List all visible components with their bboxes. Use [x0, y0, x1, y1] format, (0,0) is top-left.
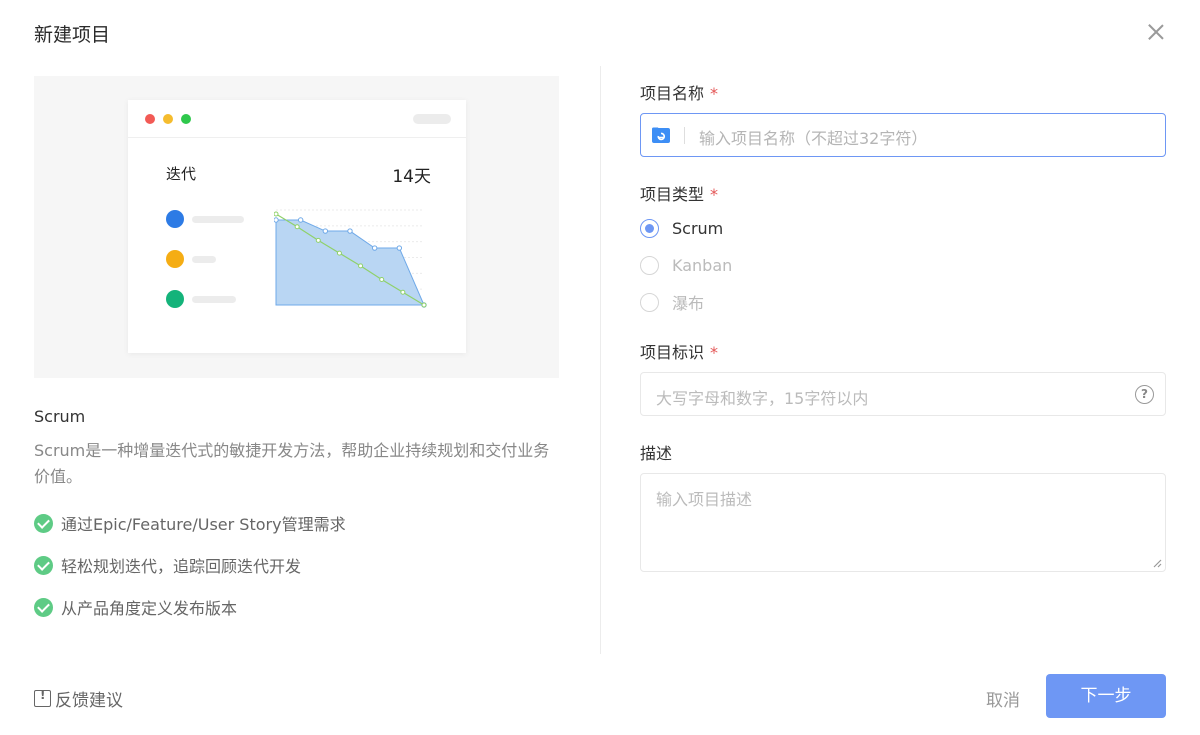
project-name-placeholder: 输入项目名称（不超过32字符）	[699, 129, 928, 148]
ideal-point	[274, 211, 279, 217]
project-key-placeholder: 大写字母和数字，15字符以内	[656, 389, 869, 408]
window-dot-green	[181, 114, 191, 124]
description-textarea[interactable]: 输入项目描述	[640, 473, 1166, 572]
preview-card: 迭代 14天	[128, 100, 466, 353]
actual-point	[297, 217, 304, 223]
folder-icon[interactable]	[651, 125, 671, 145]
ideal-point	[315, 237, 321, 243]
feedback-icon	[34, 688, 51, 707]
project-type-label: 项目类型 *	[640, 181, 718, 205]
project-name-input[interactable]: 输入项目名称（不超过32字符）	[640, 113, 1166, 157]
input-separator	[684, 127, 685, 144]
project-name-label: 项目名称 *	[640, 80, 718, 104]
project-key-label: 项目标识 *	[640, 339, 718, 363]
feature-item: 通过Epic/Feature/User Story管理需求	[34, 511, 346, 535]
actual-point	[371, 245, 378, 251]
ideal-point	[294, 224, 300, 230]
feature-text: 通过Epic/Feature/User Story管理需求	[61, 515, 346, 534]
actual-point	[347, 228, 353, 234]
dialog-title: 新建项目	[34, 24, 111, 46]
project-type-label-text: 项目类型	[640, 185, 705, 204]
resize-handle-icon[interactable]	[1152, 558, 1162, 568]
radio-button[interactable]	[640, 218, 659, 238]
feature-item: 轻松规划迭代，追踪回顾迭代开发	[34, 553, 301, 577]
feedback-text: 反馈建议	[55, 690, 123, 711]
feature-item: 从产品角度定义发布版本	[34, 595, 237, 619]
description-placeholder: 输入项目描述	[656, 490, 753, 509]
ideal-point	[336, 250, 342, 256]
card-label: 迭代	[166, 165, 197, 183]
check-icon	[34, 555, 53, 575]
description-label: 描述	[640, 444, 673, 463]
window-dot-red	[145, 114, 155, 124]
feedback-link[interactable]: 反馈建议	[34, 686, 123, 711]
check-icon	[34, 513, 53, 533]
legend-dot-blue	[166, 210, 184, 228]
actual-point	[274, 217, 279, 223]
ideal-point	[421, 302, 427, 308]
actual-point	[322, 228, 329, 234]
help-icon[interactable]: ?	[1135, 385, 1154, 404]
cancel-button[interactable]: 取消	[986, 686, 1020, 711]
radio-label: Kanban	[672, 255, 733, 275]
legend-dot-orange	[166, 250, 184, 268]
radio-label: Scrum	[672, 218, 724, 238]
window-dot-yellow	[163, 114, 173, 124]
radio-label: 瀑布	[672, 294, 705, 313]
scrum-description: Scrum是一种增量迭代式的敏捷开发方法，帮助企业持续规划和交付业务价值。	[34, 441, 550, 486]
scrum-title: Scrum	[34, 407, 86, 426]
legend-bar	[192, 256, 216, 263]
topbar-placeholder	[413, 114, 451, 124]
feature-text: 轻松规划迭代，追踪回顾迭代开发	[61, 557, 302, 576]
radio-scrum[interactable]: Scrum	[640, 217, 723, 239]
project-key-input[interactable]: 大写字母和数字，15字符以内 ?	[640, 372, 1166, 416]
card-days: 14天	[392, 167, 431, 187]
ideal-point	[379, 277, 385, 283]
ideal-point	[358, 263, 364, 269]
radio-kanban[interactable]: Kanban	[640, 254, 732, 276]
project-name-label-text: 项目名称	[640, 84, 705, 103]
burndown-chart	[274, 209, 427, 308]
legend-bar	[192, 296, 236, 303]
check-icon	[34, 597, 53, 617]
panel-divider	[600, 66, 601, 654]
feature-text: 从产品角度定义发布版本	[61, 599, 238, 618]
project-key-label-text: 项目标识	[640, 343, 705, 362]
preview-panel: 迭代 14天	[34, 76, 559, 378]
radio-button[interactable]	[640, 255, 659, 275]
required-mark: *	[710, 84, 719, 103]
required-mark: *	[710, 343, 719, 362]
required-mark: *	[710, 185, 719, 204]
legend-bar	[192, 216, 244, 223]
radio-waterfall[interactable]: 瀑布	[640, 291, 704, 313]
legend-dot-green	[166, 290, 184, 308]
next-button[interactable]: 下一步	[1046, 674, 1166, 718]
close-icon[interactable]	[1146, 22, 1166, 42]
ideal-point	[400, 289, 406, 295]
card-topbar	[128, 100, 466, 138]
actual-point	[396, 245, 403, 251]
radio-button[interactable]	[640, 292, 659, 312]
